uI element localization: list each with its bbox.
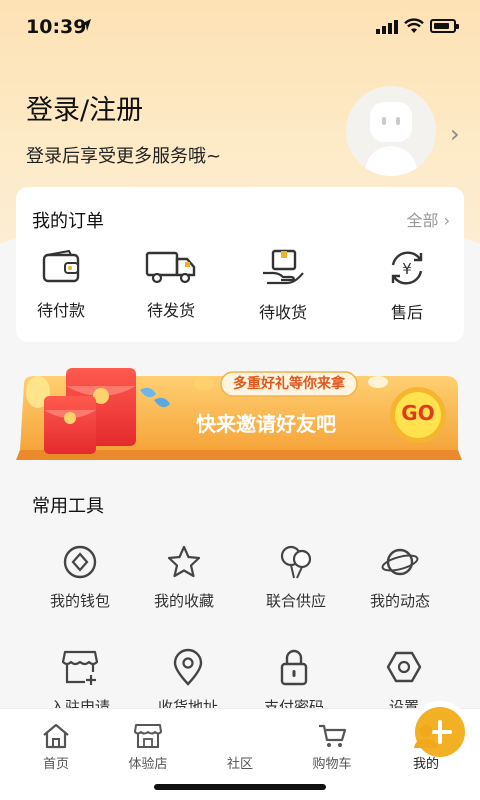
tool-favorites[interactable]: 我的收藏 — [136, 544, 232, 611]
tool-settle-apply[interactable]: 入驻申请 — [32, 648, 128, 717]
home-indicator — [154, 784, 326, 790]
tab-community[interactable]: 社区 — [200, 707, 465, 772]
order-label: 待发货 — [146, 301, 195, 320]
status-bar: 10:39 — [0, 0, 480, 56]
orders-card: 我的订单 全部 › 待付款 待发货 待收货 ¥ 售后 — [16, 187, 464, 342]
status-time: 10:39 — [26, 16, 87, 38]
tab-mine[interactable]: 我的 — [386, 723, 466, 772]
banner-tag: 多重好礼等你来拿 — [233, 376, 345, 392]
order-label: 售后 — [390, 303, 423, 322]
order-pending-payment[interactable]: 待付款 — [16, 249, 106, 321]
tab-label: 首页 — [42, 757, 69, 772]
storefront-icon — [134, 724, 162, 748]
tab-label: 体验店 — [128, 757, 168, 772]
svg-text:¥: ¥ — [402, 260, 412, 278]
planet-icon — [381, 548, 419, 576]
tool-label: 我的收藏 — [153, 592, 214, 610]
tool-label: 联合供应 — [265, 592, 326, 610]
yen-refresh-icon: ¥ — [391, 251, 423, 285]
signal-icon — [376, 20, 398, 34]
tab-experience-store[interactable]: 体验店 — [108, 723, 188, 772]
order-after-sales[interactable]: ¥ 售后 — [362, 249, 452, 323]
order-pending-receipt[interactable]: 待收货 — [238, 249, 328, 323]
tool-payment-password[interactable]: 支付密码 — [246, 648, 342, 717]
tool-joint-supply[interactable]: 联合供应 — [248, 544, 344, 611]
tools-title: 常用工具 — [32, 496, 104, 517]
order-pending-shipment[interactable]: 待发货 — [126, 249, 216, 321]
go-button[interactable]: GO — [395, 401, 441, 425]
default-avatar-icon — [364, 102, 418, 176]
invite-friends-banner[interactable]: 多重好礼等你来拿 快来邀请好友吧 GO — [16, 354, 464, 464]
tool-wallet[interactable]: 我的钱包 — [32, 544, 128, 611]
chevron-right-icon[interactable]: › — [450, 120, 460, 148]
location-pin-icon — [173, 648, 203, 686]
order-label: 待收货 — [258, 303, 307, 322]
orders-title: 我的订单 — [32, 211, 104, 232]
home-icon — [43, 723, 69, 749]
wallet-diamond-icon — [63, 545, 97, 579]
banner-text: 快来邀请好友吧 — [196, 412, 336, 436]
avatar[interactable] — [346, 86, 436, 176]
user-icon — [414, 724, 438, 748]
login-subtitle: 登录后享受更多服务哦~ — [26, 146, 222, 167]
tab-home[interactable]: 首页 — [16, 723, 96, 772]
orders-view-all-link[interactable]: 全部 › — [407, 207, 451, 231]
tab-cart[interactable]: 购物车 — [292, 723, 372, 772]
tab-label: 购物车 — [312, 757, 352, 772]
truck-icon — [145, 251, 196, 284]
battery-icon — [430, 19, 459, 33]
balloons-icon — [280, 545, 312, 579]
package-hand-icon — [263, 249, 304, 285]
tool-label: 我的钱包 — [49, 592, 110, 610]
tab-label: 我的 — [412, 757, 439, 772]
store-add-icon — [61, 650, 99, 685]
wifi-icon — [404, 18, 424, 33]
tool-label: 我的动态 — [369, 592, 430, 610]
login-register-link[interactable]: 登录/注册 — [26, 88, 143, 127]
lock-icon — [280, 649, 308, 686]
settings-hex-icon — [386, 651, 422, 683]
star-icon — [167, 545, 201, 578]
wallet-icon — [42, 249, 80, 283]
tab-label: 社区 — [226, 757, 253, 772]
tool-my-activity[interactable]: 我的动态 — [352, 544, 448, 611]
order-label: 待付款 — [36, 301, 85, 320]
tool-shipping-address[interactable]: 收货地址 — [140, 648, 236, 717]
location-arrow-icon — [81, 19, 91, 31]
cart-icon — [319, 724, 347, 747]
